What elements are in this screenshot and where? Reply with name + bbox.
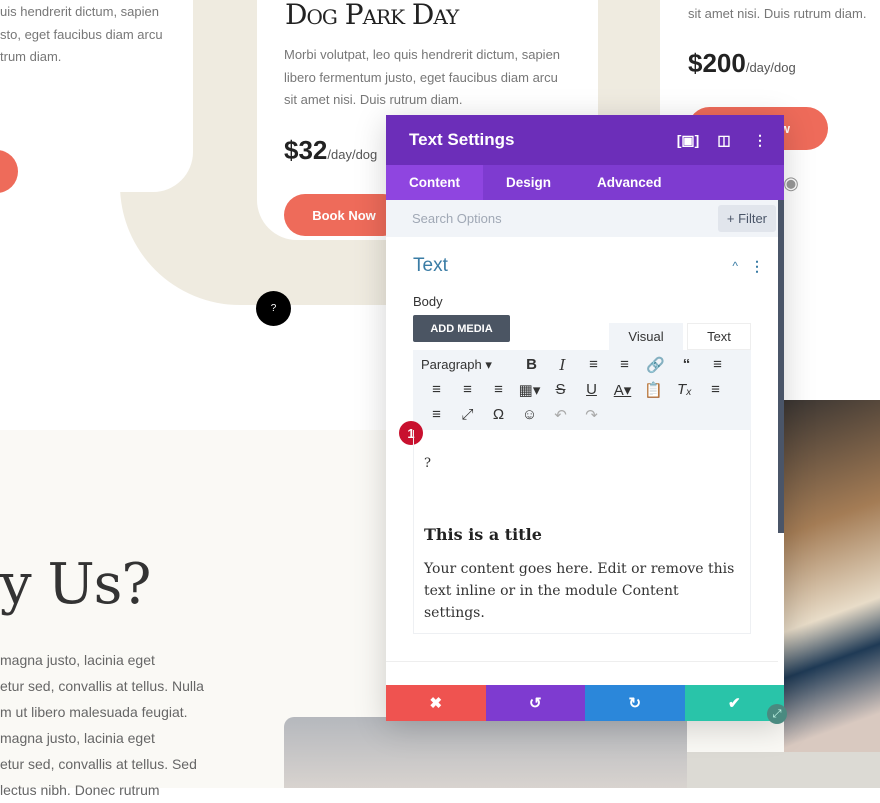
editor-char: ?	[424, 456, 431, 471]
search-bar: Search Options + Filter	[386, 200, 784, 237]
bold-icon[interactable]: B	[516, 356, 547, 373]
clear-formatting-icon[interactable]: Tₓ	[669, 381, 700, 398]
align-center-icon[interactable]: ≡	[421, 381, 452, 398]
editor-heading: This is a title	[424, 525, 542, 544]
cancel-button[interactable]: ✖	[386, 685, 486, 721]
editor-toolbar: Paragraph ▾ B I ≡ ≡ 🔗 “ ≡ ≡ ≡ ≡ ▦▾ S U A…	[413, 350, 751, 430]
split-view-icon[interactable]: ◫	[706, 132, 742, 149]
dog-image	[784, 400, 880, 752]
body-label: Body	[413, 294, 443, 309]
screenshot-icon[interactable]: [▣]	[670, 132, 706, 149]
price: $32/day/dog	[284, 135, 378, 165]
left-card: uis hendrerit dictum, sapien sto, eget f…	[0, 0, 193, 192]
chevron-up-icon[interactable]: ^	[732, 259, 738, 273]
section-text: etur sed, convallis at tellus. Sed	[0, 756, 197, 772]
undo-button[interactable]: ↺	[485, 685, 585, 721]
tab-text[interactable]: Text	[687, 323, 751, 350]
section-title: y Us?	[0, 552, 151, 617]
resize-handle-icon[interactable]: ⤢	[767, 704, 787, 724]
bullet-list-icon[interactable]: ≡	[578, 356, 609, 373]
quote-icon[interactable]: “	[671, 356, 702, 373]
section-text: lectus nibh. Donec rutrum	[0, 782, 160, 798]
card-text: sit amet nisi. Duis rutrum diam.	[284, 92, 463, 107]
add-media-button[interactable]: ADD MEDIA	[413, 315, 510, 342]
dialog-tabs: Content Design Advanced	[386, 165, 784, 200]
search-input[interactable]: Search Options	[412, 211, 502, 226]
justify-icon[interactable]: ≡	[483, 381, 514, 398]
align-right-icon[interactable]: ≡	[452, 381, 483, 398]
section-more-icon[interactable]: ⋮	[750, 258, 764, 275]
card-text: sto, eget faucibus diam arcu	[0, 26, 163, 42]
redo-icon[interactable]: ↷	[576, 406, 607, 424]
outdent-icon[interactable]: ≡	[700, 381, 731, 398]
editor-content[interactable]: ? This is a title Your content goes here…	[413, 430, 751, 634]
table-icon[interactable]: ▦▾	[514, 381, 545, 399]
undo-icon[interactable]: ↶	[545, 406, 576, 424]
section-text: magna justo, lacinia eget	[0, 730, 155, 746]
more-options-icon[interactable]: ⋮	[742, 132, 778, 149]
text-settings-dialog: Text Settings [▣] ◫ ⋮ Content Design Adv…	[386, 115, 784, 721]
help-button[interactable]: ?	[256, 291, 291, 326]
card-text: libero fermentum justo, eget faucibus di…	[284, 69, 558, 85]
card-text: sit amet nisi. Duis rutrum diam.	[688, 6, 867, 21]
tab-content[interactable]: Content	[386, 165, 483, 200]
strikethrough-icon[interactable]: S	[545, 381, 576, 398]
link-icon[interactable]: 🔗	[640, 356, 671, 374]
card-text: trum diam.	[0, 49, 62, 64]
omega-icon[interactable]: Ω	[483, 406, 514, 423]
underline-icon[interactable]: U	[576, 381, 607, 398]
section-toggle-title[interactable]: Text	[413, 255, 732, 277]
card-text: Morbi volutpat, leo quis hendrerit dictu…	[284, 47, 561, 62]
section-text: etur sed, convallis at tellus. Nulla	[0, 678, 204, 694]
redo-button[interactable]: ↻	[585, 685, 685, 721]
text-color-icon[interactable]: A▾	[607, 381, 638, 399]
italic-icon[interactable]: I	[547, 356, 578, 374]
dog-image-bottom	[284, 717, 687, 788]
align-left-icon[interactable]: ≡	[702, 356, 733, 373]
dialog-footer: ✖ ↺ ↻ ✔	[386, 685, 784, 721]
tab-design[interactable]: Design	[483, 165, 574, 200]
paste-text-icon[interactable]: 📋	[638, 381, 669, 399]
scrollbar[interactable]	[778, 200, 784, 533]
emoji-icon[interactable]: ☺	[514, 406, 545, 423]
card-text: uis hendrerit dictum, sapien	[0, 4, 159, 19]
editor-paragraph: Your content goes here. Edit or remove t…	[424, 561, 735, 621]
divider	[386, 661, 778, 662]
filter-button[interactable]: + Filter	[717, 205, 776, 232]
price: $200/day/dog	[688, 48, 796, 78]
tab-visual[interactable]: Visual	[609, 323, 683, 350]
section-text: magna justo, lacinia eget	[0, 652, 155, 668]
image-bottom-right	[687, 752, 880, 788]
dialog-title: Text Settings	[409, 130, 515, 149]
fullscreen-icon[interactable]: ⤢	[452, 406, 483, 423]
section-text: m ut libero malesuada feugiat.	[0, 704, 188, 720]
tab-advanced[interactable]: Advanced	[574, 165, 685, 200]
dialog-header: Text Settings [▣] ◫ ⋮	[386, 115, 784, 165]
indent-icon[interactable]: ≡	[421, 406, 452, 423]
numbered-list-icon[interactable]: ≡	[609, 356, 640, 373]
format-select[interactable]: Paragraph ▾	[421, 357, 516, 373]
card-title: Dog Park Day	[285, 0, 459, 31]
